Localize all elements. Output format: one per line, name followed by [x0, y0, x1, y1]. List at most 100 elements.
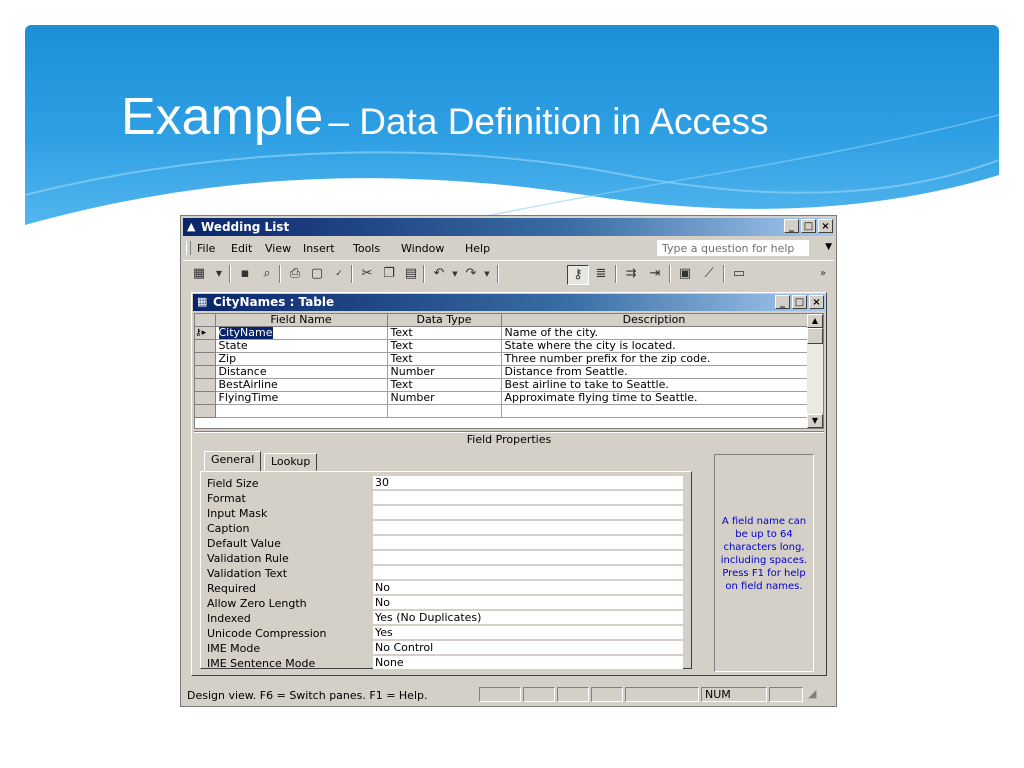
app-title: Wedding List [201, 220, 290, 234]
minimize-button[interactable]: _ [784, 219, 799, 233]
menu-edit[interactable]: Edit [231, 242, 252, 255]
tab-lookup[interactable]: Lookup [264, 453, 318, 471]
menu-grip[interactable] [186, 241, 191, 255]
property-value-caption[interactable] [373, 521, 683, 535]
table-row[interactable]: BestAirline Text Best airline to take to… [195, 378, 808, 392]
description-cell[interactable]: Distance from Seattle. [501, 365, 808, 379]
data-type-cell[interactable]: Text [387, 326, 502, 340]
row-selector[interactable] [195, 391, 216, 405]
menu-file[interactable]: File [197, 242, 215, 255]
description-cell[interactable]: Best airline to take to Seattle. [501, 378, 808, 392]
row-selector[interactable] [195, 339, 216, 353]
table-maximize-button[interactable]: □ [792, 295, 807, 309]
primary-key-icon[interactable]: ⚷ [567, 265, 589, 285]
field-name-cell[interactable]: Distance [215, 365, 388, 379]
menu-insert[interactable]: Insert [303, 242, 335, 255]
view-icon[interactable]: ▦ [189, 265, 209, 283]
row-selector[interactable] [195, 378, 216, 392]
ask-question-input[interactable]: Type a question for help [657, 240, 809, 256]
row-selector[interactable] [195, 404, 216, 418]
property-label: Caption [207, 522, 250, 535]
field-name-cell[interactable]: FlyingTime [215, 391, 388, 405]
grid-vertical-scrollbar[interactable]: ▲ ▼ [807, 314, 823, 428]
property-value-ime-sentence-mode[interactable]: None [373, 656, 683, 670]
insert-rows-icon[interactable]: ⇉ [621, 265, 641, 283]
data-type-cell[interactable]: Text [387, 339, 502, 353]
menu-view[interactable]: View [265, 242, 291, 255]
close-button[interactable]: × [818, 219, 833, 233]
status-text: Design view. F6 = Switch panes. F1 = Hel… [187, 689, 428, 702]
property-value-validation-rule[interactable] [373, 551, 683, 565]
resize-grip-icon[interactable]: ◢ [805, 687, 825, 702]
field-name-cell[interactable]: CityName [215, 326, 388, 340]
table-design-window: ▦ CityNames : Table _ □ × Field Name Dat… [191, 292, 827, 676]
table-titlebar[interactable]: ▦ CityNames : Table _ □ × [193, 294, 825, 311]
help-dropdown-icon[interactable]: ▼ [825, 242, 832, 252]
property-value-field-size[interactable]: 30 [373, 476, 683, 490]
app-titlebar[interactable]: ▲ Wedding List _ □ × [183, 218, 834, 236]
indexes-icon[interactable]: ≣ [591, 265, 611, 283]
table-row[interactable]: State Text State where the city is locat… [195, 339, 808, 353]
table-row[interactable]: Distance Number Distance from Seattle. [195, 365, 808, 379]
description-cell[interactable]: State where the city is located. [501, 339, 808, 353]
data-type-cell[interactable] [387, 404, 502, 418]
description-cell[interactable]: Approximate flying time to Seattle. [501, 391, 808, 405]
table-minimize-button[interactable]: _ [775, 295, 790, 309]
menu-help[interactable]: Help [465, 242, 490, 255]
table-row[interactable]: FlyingTime Number Approximate flying tim… [195, 391, 808, 405]
property-value-validation-text[interactable] [373, 566, 683, 580]
spelling-icon[interactable]: ✓ [329, 265, 349, 283]
data-type-cell[interactable]: Number [387, 365, 502, 379]
description-cell[interactable]: Three number prefix for the zip code. [501, 352, 808, 366]
search-icon[interactable]: ⌕ [257, 265, 277, 283]
property-value-required[interactable]: No [373, 581, 683, 595]
data-type-cell[interactable]: Text [387, 378, 502, 392]
row-selector[interactable] [195, 365, 216, 379]
property-value-allow-zero-length[interactable]: No [373, 596, 683, 610]
field-name-cell[interactable]: BestAirline [215, 378, 388, 392]
menu-tools[interactable]: Tools [353, 242, 380, 255]
property-value-input-mask[interactable] [373, 506, 683, 520]
data-type-cell[interactable]: Text [387, 352, 502, 366]
redo-dropdown-icon[interactable]: ▼ [477, 265, 497, 283]
table-close-button[interactable]: × [809, 295, 824, 309]
toolbar-overflow-icon[interactable]: » [813, 265, 833, 283]
cut-icon[interactable]: ✂ [357, 265, 377, 283]
delete-rows-icon[interactable]: ⇥ [645, 265, 665, 283]
property-value-unicode-compression[interactable]: Yes [373, 626, 683, 640]
property-value-ime-mode[interactable]: No Control [373, 641, 683, 655]
table-row[interactable]: Zip Text Three number prefix for the zip… [195, 352, 808, 366]
field-name-cell[interactable] [215, 404, 388, 418]
property-value-default-value[interactable] [373, 536, 683, 550]
database-window-icon[interactable]: ▭ [729, 265, 749, 283]
scroll-up-icon[interactable]: ▲ [807, 314, 823, 328]
scroll-thumb[interactable] [807, 328, 823, 344]
scroll-down-icon[interactable]: ▼ [807, 414, 823, 428]
property-label: Default Value [207, 537, 281, 550]
property-label: Unicode Compression [207, 627, 327, 640]
view-dropdown-icon[interactable]: ▼ [209, 265, 229, 283]
tab-general[interactable]: General [204, 451, 262, 471]
data-type-cell[interactable]: Number [387, 391, 502, 405]
print-preview-icon[interactable]: ▢ [307, 265, 327, 283]
property-value-indexed[interactable]: Yes (No Duplicates) [373, 611, 683, 625]
field-name-cell[interactable]: State [215, 339, 388, 353]
menu-window[interactable]: Window [401, 242, 444, 255]
copy-icon[interactable]: ❐ [379, 265, 399, 283]
row-selector[interactable] [195, 352, 216, 366]
property-label: Validation Rule [207, 552, 289, 565]
description-cell[interactable]: Name of the city. [501, 326, 808, 340]
maximize-button[interactable]: □ [801, 219, 816, 233]
print-icon[interactable]: ⎙ [285, 265, 305, 283]
field-name-cell[interactable]: Zip [215, 352, 388, 366]
property-value-format[interactable] [373, 491, 683, 505]
save-icon[interactable]: ▪ [235, 265, 255, 283]
table-row-empty[interactable] [195, 404, 808, 418]
build-icon[interactable]: ⟋ [699, 265, 719, 283]
table-row[interactable]: ⚷▸ CityName Text Name of the city. [195, 326, 808, 340]
property-label: Field Size [207, 477, 259, 490]
properties-icon[interactable]: ▣ [675, 265, 695, 283]
primary-key-row-selector-icon[interactable]: ⚷▸ [195, 326, 216, 340]
description-cell[interactable] [501, 404, 808, 418]
paste-icon[interactable]: ▤ [401, 265, 421, 283]
